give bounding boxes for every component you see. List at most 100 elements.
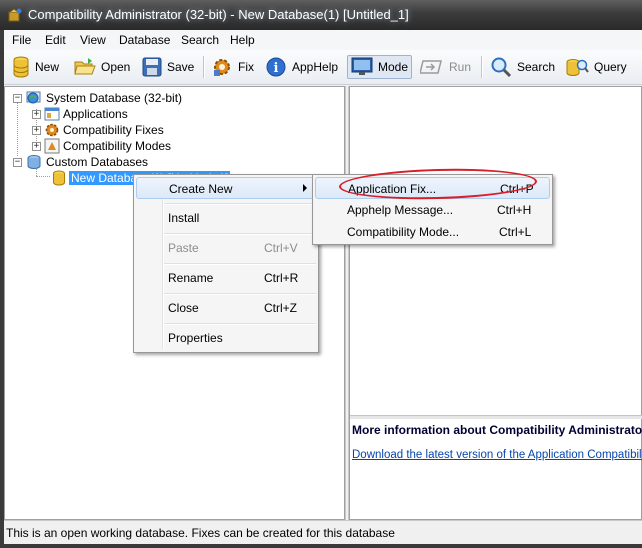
menu-item-shortcut: Ctrl+L — [499, 225, 532, 239]
tree-line — [36, 176, 50, 177]
menu-item-properties[interactable]: Properties — [136, 327, 316, 349]
mode-monitor-icon — [351, 57, 373, 75]
toolbar-separator — [203, 56, 205, 78]
database-icon — [53, 170, 65, 186]
save-label: Save — [167, 60, 195, 74]
menu-item-label: Paste — [168, 241, 199, 255]
tree-label: Compatibility Fixes — [63, 123, 164, 137]
run-button[interactable]: Run — [420, 56, 471, 78]
run-label: Run — [449, 60, 472, 74]
menu-item-install[interactable]: Install — [136, 207, 316, 229]
menu-separator — [164, 233, 316, 235]
compatibility-fixes-icon — [45, 123, 59, 137]
collapse-icon[interactable]: − — [13, 157, 22, 167]
expand-icon[interactable]: + — [32, 141, 41, 151]
search-button[interactable]: Search — [490, 56, 555, 78]
mode-button[interactable]: Mode — [347, 55, 413, 79]
folder-open-icon — [74, 58, 96, 75]
menu-item-shortcut: Ctrl+H — [497, 203, 532, 217]
tree-label: Compatibility Modes — [63, 139, 172, 153]
menu-separator — [164, 293, 316, 295]
new-button[interactable]: New — [12, 56, 59, 78]
menu-item-compatibility-mode[interactable]: Compatibility Mode... Ctrl+L — [315, 221, 550, 243]
menu-item-close[interactable]: Close Ctrl+Z — [136, 297, 316, 319]
mode-label: Mode — [378, 60, 409, 74]
title-bar[interactable]: Compatibility Administrator (32-bit) - N… — [0, 0, 642, 30]
details-pane: More information about Compatibility Adm… — [349, 86, 642, 520]
tree-item-system-database[interactable]: − System Database (32-bit) — [13, 90, 182, 106]
menu-item-paste[interactable]: Paste Ctrl+V — [136, 237, 316, 259]
menu-item-label: Rename — [168, 271, 214, 285]
compatibility-modes-icon — [44, 138, 60, 154]
download-toolkit-link[interactable]: Download the latest version of the Appli… — [352, 449, 642, 461]
expand-icon[interactable]: + — [32, 109, 41, 119]
expand-icon[interactable]: + — [32, 125, 41, 135]
collapse-icon[interactable]: − — [13, 93, 22, 103]
info-heading: More information about Compatibility Adm… — [352, 423, 642, 437]
menu-item-create-new[interactable]: Create New — [136, 177, 316, 199]
fix-gear-icon — [214, 59, 230, 76]
tree-item-custom-databases[interactable]: − Custom Databases — [13, 154, 148, 170]
apphelp-label: AppHelp — [292, 60, 339, 74]
menu-bar: File Edit View Database Search Help — [4, 30, 642, 51]
status-bar: This is an open working database. Fixes … — [4, 520, 642, 543]
menu-item-shortcut: Ctrl+V — [264, 241, 298, 255]
save-disk-icon — [142, 57, 162, 77]
toolbar: New Open Save Fix i AppHelp Mode Run Sea… — [4, 50, 642, 85]
menu-item-shortcut: Ctrl+Z — [264, 301, 297, 315]
tree-item-compatibility-fixes[interactable]: + Compatibility Fixes — [32, 122, 164, 138]
menu-view[interactable]: View — [80, 33, 106, 47]
system-database-icon — [26, 91, 41, 104]
tree-label: System Database (32-bit) — [46, 91, 183, 105]
tree-label: Custom Databases — [46, 155, 149, 169]
open-button[interactable]: Open — [74, 56, 130, 78]
toolbar-separator — [481, 56, 483, 78]
tree-line — [17, 101, 18, 156]
save-button[interactable]: Save — [142, 56, 194, 78]
menu-item-label: Properties — [168, 331, 223, 345]
search-label: Search — [517, 60, 556, 74]
menu-item-rename[interactable]: Rename Ctrl+R — [136, 267, 316, 289]
menu-separator — [164, 323, 316, 325]
menu-item-label: Apphelp Message... — [347, 203, 454, 217]
tree-label: Applications — [63, 107, 128, 121]
menu-help[interactable]: Help — [230, 33, 255, 47]
menu-search[interactable]: Search — [181, 33, 219, 47]
search-magnifier-icon — [491, 57, 512, 78]
tree-item-applications[interactable]: + Applications — [32, 106, 128, 122]
new-label: New — [35, 60, 60, 74]
menu-separator — [164, 203, 316, 205]
apphelp-button[interactable]: i AppHelp — [265, 56, 338, 78]
applications-icon — [44, 107, 60, 121]
open-label: Open — [101, 60, 131, 74]
query-button[interactable]: Query — [565, 56, 627, 78]
query-label: Query — [594, 60, 627, 74]
fix-label: Fix — [238, 60, 254, 74]
tree-item-compatibility-modes[interactable]: + Compatibility Modes — [32, 138, 171, 154]
database-new-icon — [13, 56, 29, 78]
menu-database[interactable]: Database — [119, 33, 170, 47]
application-window: Compatibility Administrator (32-bit) - N… — [0, 0, 642, 548]
window-title: Compatibility Administrator (32-bit) - N… — [28, 7, 409, 22]
info-icon: i — [266, 57, 286, 77]
status-text: This is an open working database. Fixes … — [6, 526, 395, 540]
menu-file[interactable]: File — [12, 33, 31, 47]
menu-item-label: Compatibility Mode... — [347, 225, 460, 239]
menu-item-apphelp-message[interactable]: Apphelp Message... Ctrl+H — [315, 199, 550, 221]
submenu-arrow-icon — [303, 184, 307, 192]
app-icon — [8, 8, 22, 22]
window-frame: File Edit View Database Search Help New — [4, 30, 642, 544]
query-icon — [566, 59, 589, 76]
menu-item-shortcut: Ctrl+R — [264, 271, 299, 285]
fix-button[interactable]: Fix — [211, 56, 254, 78]
menu-item-label: Close — [168, 301, 199, 315]
menu-item-label: Install — [168, 211, 200, 225]
custom-databases-icon — [27, 155, 41, 169]
run-icon — [420, 60, 442, 74]
context-menu: Create New Install Paste Ctrl+V Rename C… — [133, 174, 319, 353]
svg-text:i: i — [274, 61, 279, 76]
menu-item-label: Create New — [169, 182, 233, 196]
menu-edit[interactable]: Edit — [45, 33, 66, 47]
info-separator[interactable] — [350, 415, 642, 419]
menu-separator — [164, 263, 316, 265]
